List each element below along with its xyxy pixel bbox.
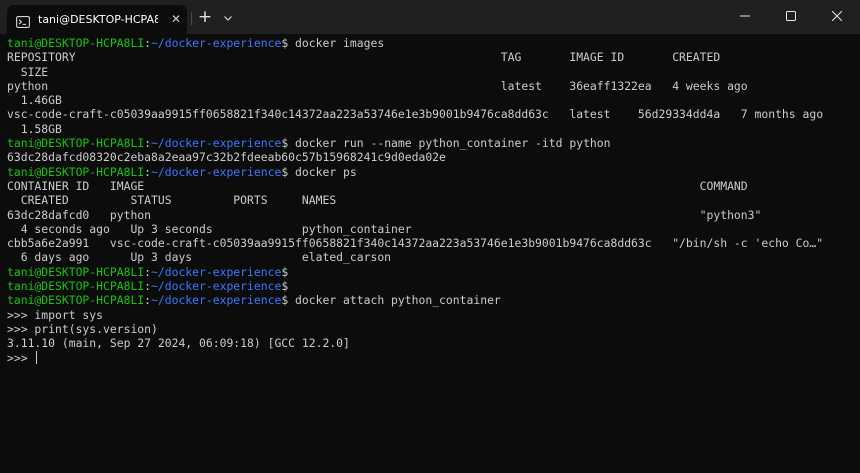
maximize-button[interactable] (768, 0, 814, 32)
output-line: 6 days ago Up 3 days elated_carson (7, 250, 857, 264)
prompt-user: tani@DESKTOP-HCPA8LI (7, 279, 145, 294)
prompt-sigil: $ (281, 36, 296, 50)
prompt-separator: : (144, 279, 152, 294)
output-text: >>> import sys (7, 307, 104, 322)
prompt-path: ~/docker-experience (151, 264, 282, 279)
prompt-line: tani@DESKTOP-HCPA8LI:~/docker-experience… (7, 293, 857, 307)
prompt-path: ~/docker-experience (151, 164, 282, 179)
output-line: vsc-code-craft-c05039aa9915ff0658821f340… (7, 107, 857, 121)
prompt-user: tani@DESKTOP-HCPA8LI (7, 36, 145, 50)
close-icon (832, 11, 842, 21)
prompt-user: tani@DESKTOP-HCPA8LI (7, 164, 145, 179)
output-text: 63dc28dafcd08320c2eba8a2eaa97c32b2fdeeab… (7, 150, 446, 165)
prompt-path: ~/docker-experience (151, 279, 282, 294)
output-text: cbb5a6e2a991 vsc-code-craft-c05039aa9915… (7, 236, 824, 251)
close-button[interactable] (814, 0, 860, 32)
prompt-sigil: $ (281, 136, 296, 151)
prompt-sigil: $ (281, 264, 296, 279)
title-bar: tani@DESKTOP-HCPA8LI: ~/do ✕ + (0, 0, 860, 34)
command-text: docker images (295, 36, 385, 50)
prompt-user: tani@DESKTOP-HCPA8LI (7, 264, 145, 279)
output-line: 3.11.10 (main, Sep 27 2024, 06:09:18) [G… (7, 336, 857, 350)
output-line: 1.46GB (7, 93, 857, 107)
maximize-icon (786, 11, 796, 21)
output-text: vsc-code-craft-c05039aa9915ff0658821f340… (7, 107, 824, 122)
output-text: CONTAINER ID IMAGE COMMAND (7, 178, 748, 193)
prompt-user: tani@DESKTOP-HCPA8LI (7, 293, 145, 308)
prompt-line: tani@DESKTOP-HCPA8LI:~/docker-experience… (7, 136, 857, 150)
prompt-sigil: $ (281, 279, 296, 294)
prompt-line: tani@DESKTOP-HCPA8LI:~/docker-experience… (7, 36, 857, 50)
prompt-path: ~/docker-experience (151, 293, 282, 308)
output-line: CONTAINER ID IMAGE COMMAND (7, 179, 857, 193)
output-line: python latest 36eaff1322ea 4 weeks ago (7, 79, 857, 93)
prompt-separator: : (144, 264, 152, 279)
terminal-icon (16, 13, 30, 28)
terminal-window: tani@DESKTOP-HCPA8LI: ~/do ✕ + ta (0, 0, 860, 473)
output-text: python latest 36eaff1322ea 4 weeks ago (7, 78, 748, 93)
command-text: docker run --name python_container -itd … (295, 136, 611, 151)
prompt-path: ~/docker-experience (151, 136, 282, 151)
prompt-user: tani@DESKTOP-HCPA8LI (7, 136, 145, 151)
minimize-icon (740, 15, 750, 17)
output-line: REPOSITORY TAG IMAGE ID CREATED (7, 50, 857, 64)
tab-close-icon[interactable]: ✕ (170, 12, 182, 26)
minimize-button[interactable] (722, 0, 768, 32)
output-text: >>> print(sys.version) (7, 321, 158, 336)
output-text: 6 days ago Up 3 days elated_carson (7, 250, 392, 265)
tab-title: tani@DESKTOP-HCPA8LI: ~/do (38, 13, 158, 26)
prompt-separator: : (144, 164, 152, 179)
output-text: CREATED STATUS PORTS NAMES (7, 193, 337, 208)
output-line: 63dc28dafcd0 python "python3" (7, 208, 857, 222)
tab-separator (191, 12, 192, 25)
prompt-line: tani@DESKTOP-HCPA8LI:~/docker-experience… (7, 279, 857, 293)
output-text: 3.11.10 (main, Sep 27 2024, 06:09:18) [G… (7, 336, 350, 351)
chevron-down-icon[interactable] (219, 9, 237, 27)
command-text: docker attach python_container (295, 293, 501, 308)
python-prompt: >>> (7, 350, 35, 365)
python-input-line: >>> (7, 350, 857, 365)
output-line: 1.58GB (7, 122, 857, 136)
output-line: cbb5a6e2a991 vsc-code-craft-c05039aa9915… (7, 236, 857, 250)
terminal-tab[interactable]: tani@DESKTOP-HCPA8LI: ~/do ✕ (7, 5, 187, 34)
output-text: 1.46GB (7, 93, 62, 108)
output-text: SIZE (7, 64, 49, 79)
prompt-line: tani@DESKTOP-HCPA8LI:~/docker-experience… (7, 265, 857, 279)
new-tab-button[interactable]: + (196, 9, 214, 27)
output-line: >>> import sys (7, 308, 857, 322)
output-line: 63dc28dafcd08320c2eba8a2eaa97c32b2fdeeab… (7, 150, 857, 164)
output-text: 4 seconds ago Up 3 seconds python_contai… (7, 221, 412, 236)
command-text: docker ps (295, 164, 357, 179)
output-line: 4 seconds ago Up 3 seconds python_contai… (7, 222, 857, 236)
output-text: REPOSITORY TAG IMAGE ID CREATED (7, 50, 721, 65)
prompt-separator: : (144, 136, 152, 151)
text-cursor (36, 350, 38, 364)
output-line: CREATED STATUS PORTS NAMES (7, 193, 857, 207)
prompt-separator: : (144, 293, 152, 308)
output-text: 63dc28dafcd0 python "python3" (7, 207, 762, 222)
prompt-path: ~/docker-experience (151, 36, 282, 50)
output-text: 1.58GB (7, 121, 62, 136)
terminal-output[interactable]: tani@DESKTOP-HCPA8LI:~/docker-experience… (7, 36, 857, 466)
output-line: SIZE (7, 65, 857, 79)
output-line: >>> print(sys.version) (7, 322, 857, 336)
prompt-sigil: $ (281, 293, 296, 308)
prompt-separator: : (144, 36, 152, 50)
prompt-sigil: $ (281, 164, 296, 179)
prompt-line: tani@DESKTOP-HCPA8LI:~/docker-experience… (7, 165, 857, 179)
